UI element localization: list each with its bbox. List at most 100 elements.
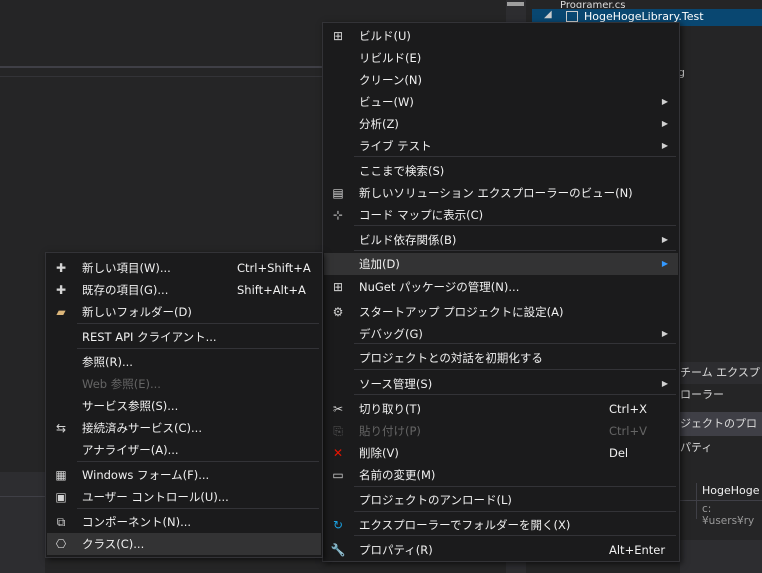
add-submenu-item[interactable]: REST API クライアント... <box>47 326 321 348</box>
connected-service-icon: ⇆ <box>55 421 67 435</box>
add-submenu-item[interactable]: ⇆ 接続済みサービス(C)... <box>47 417 321 439</box>
add-submenu-item[interactable]: ✚ 新しい項目(W)... Ctrl+Shift+A <box>47 257 321 279</box>
context-menu-item-shortcut: Alt+Enter <box>609 543 666 557</box>
tree-item-programer[interactable]: Programer.cs <box>560 0 760 8</box>
submenu-arrow-icon: ▶ <box>661 141 668 150</box>
context-menu-item-shortcut: Ctrl+X <box>609 402 647 416</box>
context-menu-item-label: デバッグ(G) <box>359 327 423 341</box>
add-submenu-item-label: クラス(C)... <box>82 537 145 551</box>
context-menu-item[interactable]: デバッグ(G) ▶ <box>324 323 678 345</box>
windows-form-icon: ▦ <box>55 468 67 482</box>
existing-item-icon: ✚ <box>55 283 67 297</box>
class-icon: ⎔ <box>55 537 67 551</box>
submenu-arrow-icon: ▶ <box>661 119 668 128</box>
context-menu-item-label: 追加(D) <box>359 257 400 271</box>
add-submenu-item-label: コンポーネント(N)... <box>82 515 192 529</box>
context-menu-separator <box>354 511 676 512</box>
expand-arrow-icon[interactable]: ◢ <box>544 9 552 20</box>
new-view-icon: ▤ <box>332 186 344 200</box>
context-menu-item-label: 新しいソリューション エクスプローラーのビュー(N) <box>359 186 633 200</box>
context-menu-item[interactable]: プロジェクトのアンロード(L) <box>324 489 678 511</box>
nuget-icon: ⊞ <box>332 280 344 294</box>
context-menu-item-label: プロパティ(R) <box>359 543 433 557</box>
project-icon <box>566 11 578 22</box>
add-submenu-item-label: 接続済みサービス(C)... <box>82 421 202 435</box>
context-menu-item[interactable]: ✕ 削除(V) Del <box>324 442 678 464</box>
add-submenu-item-label: 新しいフォルダー(D) <box>82 305 192 319</box>
add-submenu-item-label: Windows フォーム(F)... <box>82 468 210 482</box>
rename-icon: ▭ <box>332 468 344 482</box>
context-menu-item-label: 削除(V) <box>359 446 399 460</box>
add-submenu-item-shortcut: Ctrl+Shift+A <box>237 261 311 275</box>
scrollbar-thumb[interactable] <box>507 2 524 6</box>
add-submenu-item-label: Web 参照(E)... <box>82 377 161 391</box>
context-menu-item-shortcut: Del <box>609 446 629 460</box>
add-submenu-item[interactable]: 参照(R)... <box>47 351 321 373</box>
context-menu-item-label: コード マップに表示(C) <box>359 208 484 222</box>
add-submenu: ✚ 新しい項目(W)... Ctrl+Shift+A ✚ 既存の項目(G)... Shif… <box>45 252 323 558</box>
properties-row-divider <box>678 500 762 501</box>
project-context-menu: ⊞ ビルド(U) リビルド(E) クリーン(N) ビュー(W) ▶ 分析(Z) ▶ ライブ テス… <box>322 22 680 562</box>
context-menu-item[interactable]: ⊹ コード マップに表示(C) <box>324 204 678 226</box>
submenu-arrow-icon: ▶ <box>661 259 668 268</box>
context-menu-item[interactable]: 分析(Z) ▶ <box>324 113 678 135</box>
context-menu-item[interactable]: ここまで検索(S) <box>324 160 678 182</box>
add-submenu-item[interactable]: ▰ 新しいフォルダー(D) <box>47 301 321 323</box>
context-menu-item[interactable]: ▤ 新しいソリューション エクスプローラーのビュー(N) <box>324 182 678 204</box>
context-menu-item-label: 分析(Z) <box>359 117 399 131</box>
submenu-arrow-icon: ▶ <box>661 379 668 388</box>
add-submenu-item[interactable]: ⎔ クラス(C)... <box>47 533 321 555</box>
add-submenu-item-shortcut: Shift+Alt+A <box>237 283 306 297</box>
context-menu-item-label: ライブ テスト <box>359 139 432 153</box>
add-submenu-item[interactable]: ▦ Windows フォーム(F)... <box>47 464 321 486</box>
editor-divider-2 <box>0 76 325 77</box>
context-menu-item[interactable]: ⊞ NuGet パッケージの管理(N)... <box>324 276 678 298</box>
add-submenu-separator <box>77 461 319 462</box>
context-menu-item[interactable]: ⚙ スタートアップ プロジェクトに設定(A) <box>324 301 678 323</box>
context-menu-item-label: 名前の変更(M) <box>359 468 436 482</box>
team-explorer-tab[interactable]: チーム エクスプローラー <box>678 362 762 401</box>
add-submenu-item[interactable]: ⧉ コンポーネント(N)... <box>47 511 321 533</box>
submenu-arrow-icon: ▶ <box>661 235 668 244</box>
add-submenu-item[interactable]: ✚ 既存の項目(G)... Shift+Alt+A <box>47 279 321 301</box>
add-submenu-item-label: REST API クライアント... <box>82 330 217 344</box>
context-menu-item-label: ここまで検索(S) <box>359 164 445 178</box>
add-submenu-item[interactable]: サービス参照(S)... <box>47 395 321 417</box>
add-submenu-item-label: ユーザー コントロール(U)... <box>82 490 229 504</box>
context-menu-item-label: クリーン(N) <box>359 73 423 87</box>
context-menu-item[interactable]: ソース管理(S) ▶ <box>324 373 678 395</box>
add-submenu-separator <box>77 508 319 509</box>
cut-icon: ✂ <box>332 402 344 416</box>
context-menu-item[interactable]: リビルド(E) <box>324 47 678 69</box>
context-menu-item[interactable]: プロジェクトとの対話を初期化する <box>324 347 678 369</box>
context-menu-item[interactable]: 🔧 プロパティ(R) Alt+Enter <box>324 539 678 561</box>
properties-column-divider <box>696 483 697 519</box>
context-menu-item[interactable]: ▭ 名前の変更(M) <box>324 464 678 486</box>
context-menu-item-label: 貼り付け(P) <box>359 424 421 438</box>
add-submenu-item-label: 既存の項目(G)... <box>82 283 169 297</box>
component-icon: ⧉ <box>56 515 66 529</box>
context-menu-item[interactable]: 追加(D) ▶ <box>324 253 678 275</box>
context-menu-item[interactable]: ライブ テスト ▶ <box>324 135 678 157</box>
user-control-icon: ▣ <box>55 490 67 504</box>
add-submenu-item-label: 新しい項目(W)... <box>82 261 171 275</box>
context-menu-item[interactable]: ビュー(W) ▶ <box>324 91 678 113</box>
wrench-icon: 🔧 <box>330 543 346 557</box>
refresh-icon: ↻ <box>332 518 344 532</box>
add-submenu-item-label: アナライザー(A)... <box>82 443 179 457</box>
add-submenu-item[interactable]: アナライザー(A)... <box>47 439 321 461</box>
context-menu-item[interactable]: ✂ 切り取り(T) Ctrl+X <box>324 398 678 420</box>
context-menu-item: ⎘ 貼り付け(P) Ctrl+V <box>324 420 678 442</box>
paste-icon: ⎘ <box>333 424 343 438</box>
add-submenu-item[interactable]: ▣ ユーザー コントロール(U)... <box>47 486 321 508</box>
add-submenu-item-label: 参照(R)... <box>82 355 133 369</box>
property-value-name[interactable]: HogeHoge <box>702 484 760 497</box>
context-menu-item[interactable]: クリーン(N) <box>324 69 678 91</box>
submenu-arrow-icon: ▶ <box>661 329 668 338</box>
context-menu-item[interactable]: ↻ エクスプローラーでフォルダーを開く(X) <box>324 514 678 536</box>
gear-icon: ⚙ <box>332 305 344 319</box>
context-menu-item[interactable]: ⊞ ビルド(U) <box>324 25 678 47</box>
property-value-path[interactable]: c:¥users¥ry <box>702 503 762 527</box>
add-submenu-item: Web 参照(E)... <box>47 373 321 395</box>
context-menu-item[interactable]: ビルド依存関係(B) ▶ <box>324 229 678 251</box>
